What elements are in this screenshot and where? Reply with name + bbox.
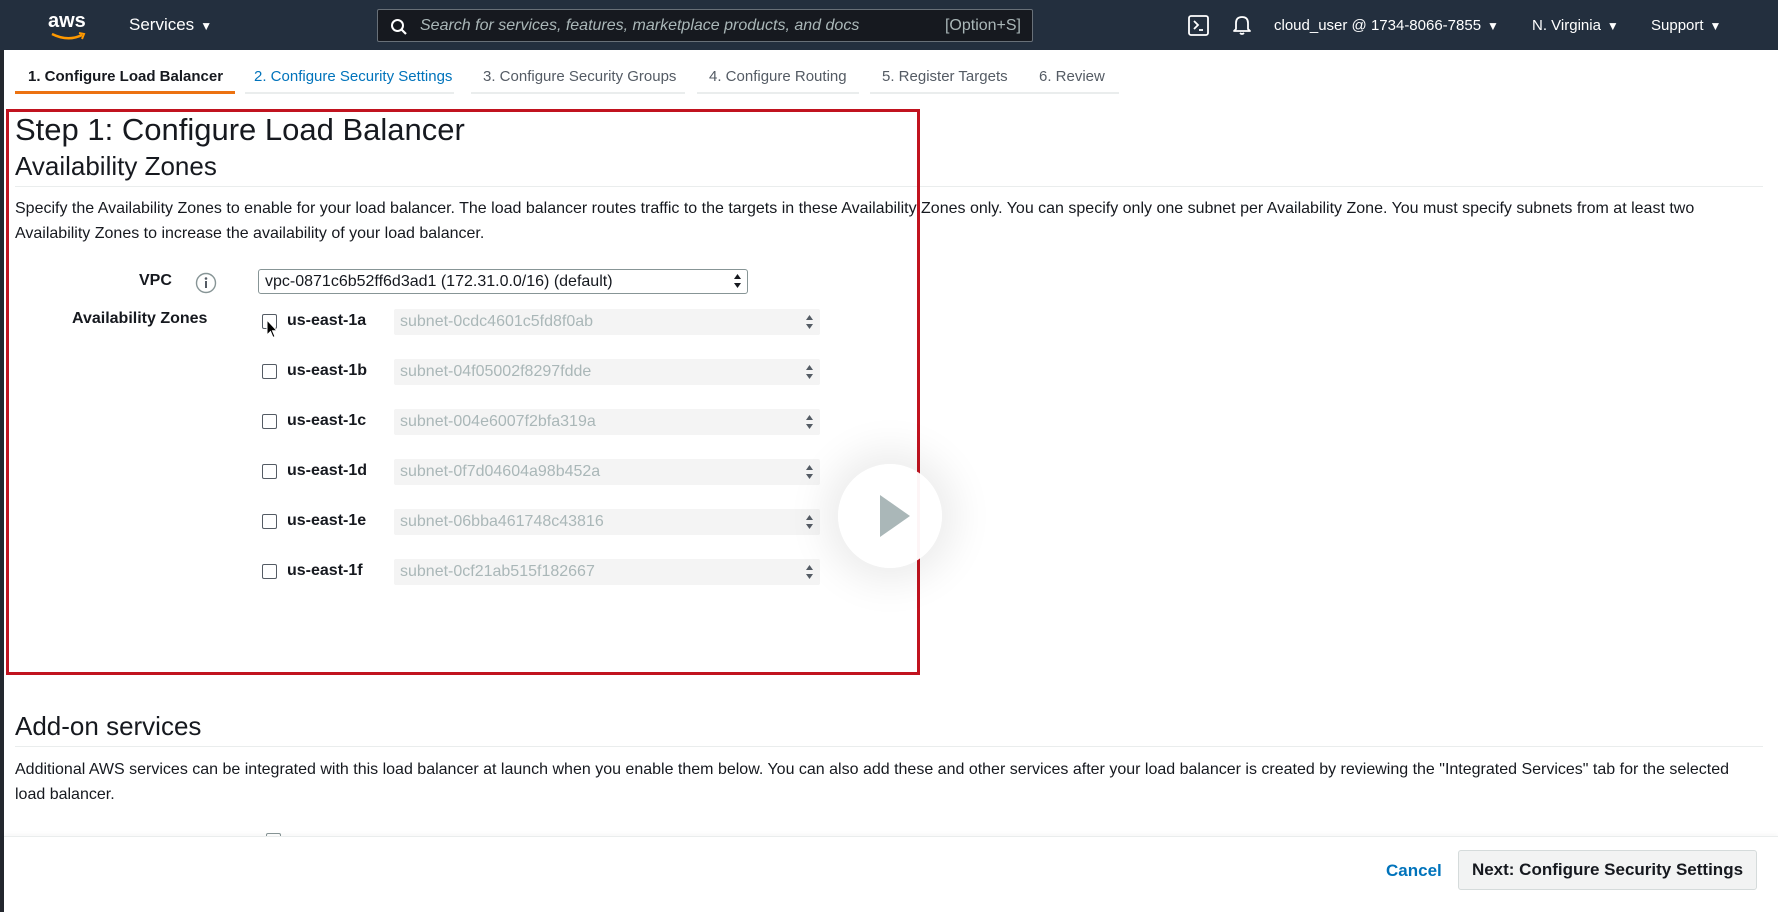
select-arrows-icon (734, 274, 741, 288)
select-arrows-icon (806, 565, 813, 579)
az-name: us-east-1a (287, 312, 367, 329)
subnet-value: subnet-0cf21ab515f182667 (400, 563, 595, 580)
page-title: Step 1: Configure Load Balancer (15, 112, 465, 147)
select-arrows-icon (806, 465, 813, 479)
az-name: us-east-1e (287, 512, 367, 529)
subnet-select-us-east-1d[interactable]: subnet-0f7d04604a98b452a (394, 459, 820, 485)
aws-smile-icon (51, 32, 86, 40)
search-icon (391, 19, 407, 35)
az-name: us-east-1d (287, 462, 368, 479)
subnet-value: subnet-06bba461748c43816 (400, 513, 604, 530)
az-checkbox-us-east-1d[interactable] (262, 464, 277, 479)
aws-logo[interactable]: aws (48, 10, 88, 42)
tab-configure-routing[interactable]: 4. Configure Routing (697, 64, 859, 94)
main-content: 1. Configure Load Balancer 2. Configure … (4, 50, 1778, 912)
subnet-value: subnet-0cdc4601c5fd8f0ab (400, 313, 594, 330)
video-play-button[interactable] (838, 464, 942, 568)
caret-down-icon: ▼ (1487, 19, 1499, 33)
subnet-value: subnet-04f05002f8297fdde (400, 363, 592, 380)
wizard-footer: Cancel Next: Configure Security Settings (4, 836, 1778, 912)
region-menu[interactable]: N. Virginia ▼ (1532, 17, 1619, 34)
subnet-select-us-east-1a[interactable]: subnet-0cdc4601c5fd8f0ab (394, 309, 820, 335)
az-checkbox-us-east-1b[interactable] (262, 364, 277, 379)
caret-down-icon: ▼ (1709, 19, 1722, 33)
subnet-select-us-east-1b[interactable]: subnet-04f05002f8297fdde (394, 359, 820, 385)
subnet-select-us-east-1f[interactable]: subnet-0cf21ab515f182667 (394, 559, 820, 585)
subnet-value: subnet-0f7d04604a98b452a (400, 463, 601, 480)
caret-down-icon: ▼ (200, 19, 213, 33)
az-name: us-east-1c (287, 412, 367, 429)
account-label: cloud_user @ 1734-8066-7855 (1274, 17, 1482, 34)
subnet-select-us-east-1e[interactable]: subnet-06bba461748c43816 (394, 509, 820, 535)
caret-down-icon: ▼ (1606, 19, 1619, 33)
search-input[interactable] (420, 10, 890, 41)
select-arrows-icon (806, 515, 813, 529)
tab-configure-security-groups[interactable]: 3. Configure Security Groups (471, 64, 685, 94)
az-checkbox-us-east-1c[interactable] (262, 414, 277, 429)
az-name: us-east-1f (287, 562, 363, 579)
vpc-select-value: vpc-0871c6b52ff6d3ad1 (172.31.0.0/16) (d… (265, 273, 613, 290)
select-arrows-icon (806, 365, 813, 379)
services-label: Services (129, 15, 195, 34)
az-checkbox-us-east-1f[interactable] (262, 564, 277, 579)
info-icon[interactable] (195, 272, 217, 294)
availability-zones-heading: Availability Zones (15, 151, 217, 181)
account-menu[interactable]: cloud_user @ 1734-8066-7855 ▼ (1274, 17, 1499, 34)
select-arrows-icon (806, 315, 813, 329)
tab-register-targets[interactable]: 5. Register Targets (870, 64, 1027, 94)
tab-review[interactable]: 6. Review (1027, 64, 1119, 94)
az-name: us-east-1b (287, 362, 368, 379)
search-shortcut-hint: [Option+S] (944, 17, 1021, 34)
cancel-button[interactable]: Cancel (1386, 861, 1442, 881)
availability-zones-label: Availability Zones (72, 310, 208, 327)
services-menu[interactable]: Services ▼ (129, 15, 212, 35)
section-divider (15, 186, 1763, 187)
next-configure-security-settings-button[interactable]: Next: Configure Security Settings (1458, 850, 1757, 890)
play-icon (880, 495, 910, 537)
tab-configure-security-settings[interactable]: 2. Configure Security Settings (245, 64, 454, 94)
aws-logo-text: aws (48, 10, 86, 32)
top-navigation-bar: aws Services ▼ [Option+S] cloud_user @ 17… (0, 0, 1778, 50)
subnet-select-us-east-1c[interactable]: subnet-004e6007f2bfa319a (394, 409, 820, 435)
az-checkbox-us-east-1e[interactable] (262, 514, 277, 529)
support-label: Support (1651, 17, 1704, 34)
subnet-value: subnet-004e6007f2bfa319a (400, 413, 596, 430)
mouse-cursor-icon (266, 319, 278, 339)
cloudshell-icon[interactable] (1188, 15, 1209, 36)
add-on-services-description: Additional AWS services can be integrate… (15, 761, 1730, 803)
search-bar[interactable]: [Option+S] (377, 9, 1033, 42)
select-arrows-icon (806, 415, 813, 429)
vpc-select[interactable]: vpc-0871c6b52ff6d3ad1 (172.31.0.0/16) (d… (258, 269, 748, 294)
add-on-services-heading: Add-on services (15, 711, 202, 741)
tab-configure-load-balancer[interactable]: 1. Configure Load Balancer (15, 64, 235, 94)
vpc-label: VPC (139, 272, 172, 289)
availability-zones-description: Specify the Availability Zones to enable… (15, 200, 1695, 242)
support-menu[interactable]: Support ▼ (1651, 17, 1721, 34)
bell-icon[interactable] (1232, 14, 1252, 36)
section-divider (15, 746, 1763, 747)
highlight-frame (6, 109, 920, 675)
region-label: N. Virginia (1532, 17, 1601, 34)
